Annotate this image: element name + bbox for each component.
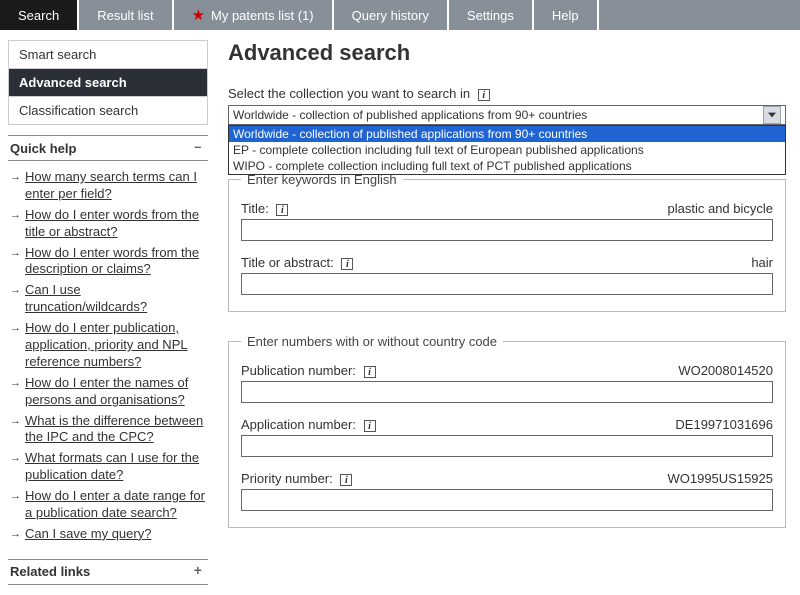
help-link[interactable]: What is the difference between the IPC a… [25, 413, 206, 447]
quick-help-header[interactable]: Quick help – [8, 135, 208, 161]
help-link[interactable]: Can I save my query? [25, 526, 151, 543]
application-field-hint: DE19971031696 [675, 417, 773, 432]
collapse-icon: – [190, 140, 206, 156]
info-icon[interactable]: i [340, 474, 352, 486]
arrow-icon: → [10, 208, 21, 222]
help-link[interactable]: How do I enter words from the title or a… [25, 207, 206, 241]
info-icon[interactable]: i [478, 89, 490, 101]
quick-help-list: → How many search terms can I enter per f… [8, 161, 208, 559]
help-link[interactable]: How do I enter a date range for a public… [25, 488, 206, 522]
info-icon[interactable]: i [341, 258, 353, 270]
help-link[interactable]: How many search terms can I enter per fi… [25, 169, 206, 203]
collection-dropdown: Worldwide - collection of published appl… [228, 125, 786, 175]
publication-input[interactable] [241, 381, 773, 403]
keywords-fieldset: Enter keywords in English Title: i plast… [228, 172, 786, 312]
sidebar: Smart search Advanced search Classificat… [8, 40, 208, 585]
sidebar-item-advanced-search[interactable]: Advanced search [9, 69, 207, 97]
arrow-icon: → [10, 414, 21, 428]
related-links-header[interactable]: Related links + [8, 559, 208, 585]
application-field-label: Application number: [241, 417, 356, 432]
application-input[interactable] [241, 435, 773, 457]
arrow-icon: → [10, 283, 21, 297]
help-link[interactable]: How do I enter publication, application,… [25, 320, 206, 371]
title-field-label: Title: [241, 201, 269, 216]
abstract-input[interactable] [241, 273, 773, 295]
info-icon[interactable]: i [364, 420, 376, 432]
title-input[interactable] [241, 219, 773, 241]
arrow-icon: → [10, 527, 21, 541]
sidebar-item-smart-search[interactable]: Smart search [9, 41, 207, 69]
tab-result-list[interactable]: Result list [79, 0, 173, 30]
priority-field-label: Priority number: [241, 471, 333, 486]
help-link[interactable]: Can I use truncation/wildcards? [25, 282, 206, 316]
abstract-field-hint: hair [751, 255, 773, 270]
priority-field-hint: WO1995US15925 [667, 471, 773, 486]
tab-settings[interactable]: Settings [449, 0, 534, 30]
main-tabs: Search Result list ★My patents list (1) … [0, 0, 800, 30]
numbers-legend: Enter numbers with or without country co… [241, 334, 503, 349]
collection-option[interactable]: EP - complete collection including full … [229, 142, 785, 158]
tab-my-patents[interactable]: ★ My patents list (1) [174, 0, 334, 30]
arrow-icon: → [10, 376, 21, 390]
tab-search[interactable]: Search [0, 0, 79, 30]
help-link[interactable]: What formats can I use for the publicati… [25, 450, 206, 484]
related-links-title: Related links [10, 564, 90, 579]
abstract-field-label: Title or abstract: [241, 255, 334, 270]
arrow-icon: → [10, 170, 21, 184]
arrow-icon: → [10, 321, 21, 335]
collection-option[interactable]: Worldwide - collection of published appl… [229, 126, 785, 142]
publication-field-label: Publication number: [241, 363, 356, 378]
collection-option[interactable]: WIPO - complete collection including ful… [229, 158, 785, 174]
sidebar-item-classification-search[interactable]: Classification search [9, 97, 207, 124]
quick-help-title: Quick help [10, 141, 76, 156]
help-link[interactable]: How do I enter words from the descriptio… [25, 245, 206, 279]
search-type-menu: Smart search Advanced search Classificat… [8, 40, 208, 125]
numbers-fieldset: Enter numbers with or without country co… [228, 334, 786, 528]
collection-select[interactable]: Worldwide - collection of published appl… [228, 105, 786, 125]
info-icon[interactable]: i [276, 204, 288, 216]
tab-help[interactable]: Help [534, 0, 599, 30]
collection-label: Select the collection you want to search… [228, 86, 470, 101]
chevron-down-icon [763, 106, 781, 124]
arrow-icon: → [10, 451, 21, 465]
collection-selected-value: Worldwide - collection of published appl… [233, 108, 587, 122]
info-icon[interactable]: i [364, 366, 376, 378]
arrow-icon: → [10, 489, 21, 503]
star-icon: ★ [192, 6, 205, 24]
publication-field-hint: WO2008014520 [678, 363, 773, 378]
tab-query-history[interactable]: Query history [334, 0, 449, 30]
tab-my-patents-label: My patents list (1) [211, 8, 314, 23]
page-title: Advanced search [228, 40, 786, 66]
content: Advanced search Select the collection yo… [228, 40, 792, 585]
priority-input[interactable] [241, 489, 773, 511]
arrow-icon: → [10, 246, 21, 260]
title-field-hint: plastic and bicycle [668, 201, 774, 216]
expand-icon: + [190, 564, 206, 580]
help-link[interactable]: How do I enter the names of persons and … [25, 375, 206, 409]
